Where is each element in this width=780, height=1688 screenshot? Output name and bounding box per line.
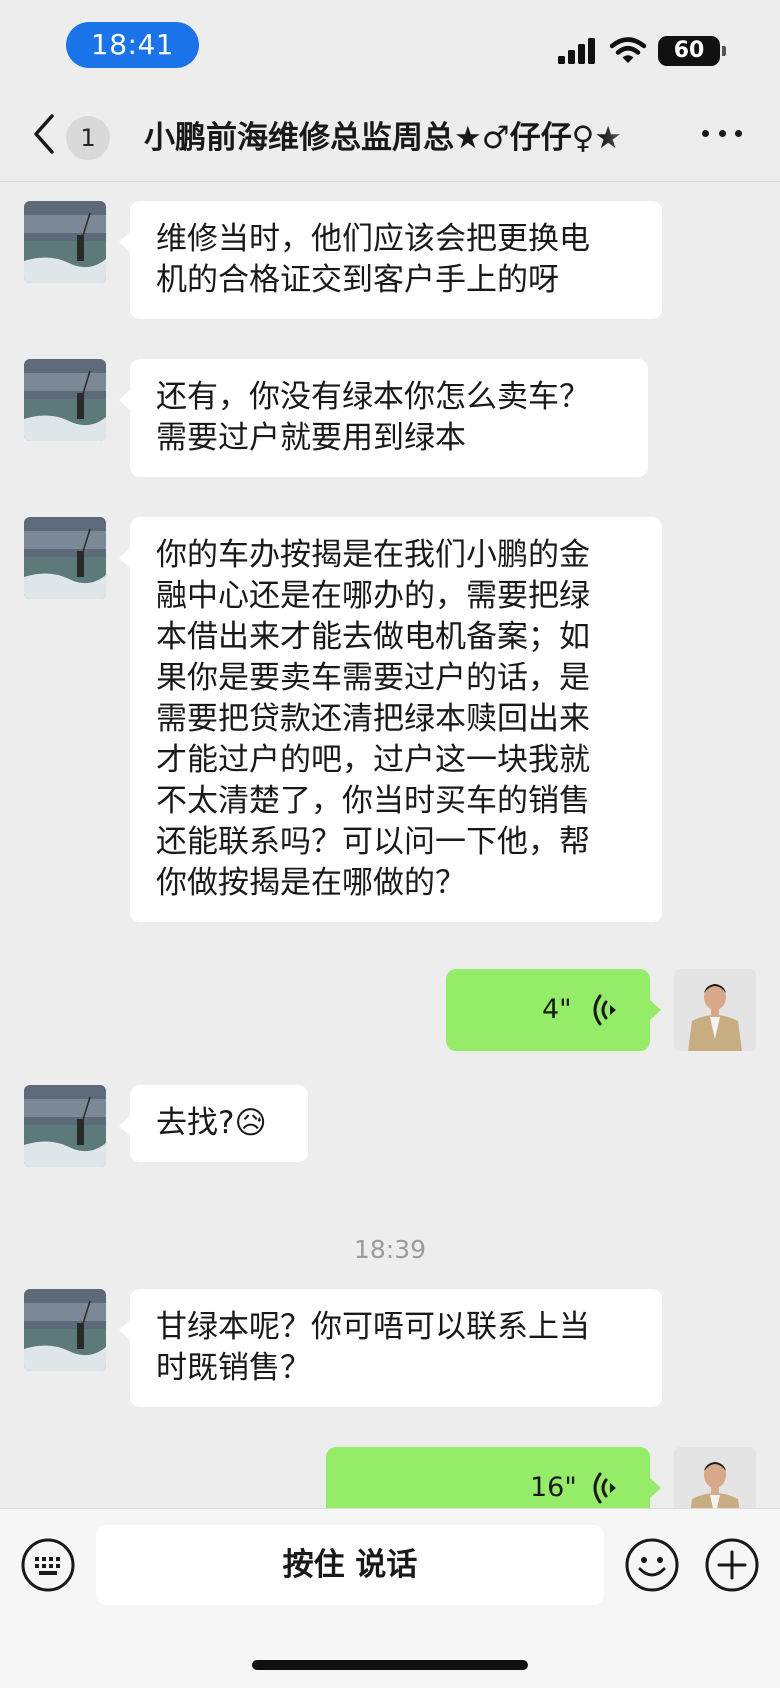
battery-indicator: 60	[658, 36, 726, 66]
chat-title: 小鹏前海维修总监周总★♂仔仔♀★	[144, 120, 623, 156]
chat-header: 1 小鹏前海维修总监周总★♂仔仔♀★	[0, 90, 780, 182]
received-message-bubble[interactable]: 你的车办按揭是在我们小鹏的金 融中心还是在哪办的，需要把绿 本借出来才能去做电机…	[119, 517, 662, 922]
sent-voice-message[interactable]: 16"	[326, 1447, 661, 1508]
plus-icon[interactable]	[704, 1537, 760, 1593]
my-avatar[interactable]	[674, 1447, 756, 1508]
more-options-icon[interactable]	[702, 130, 742, 142]
unread-count-badge[interactable]: 1	[66, 116, 110, 160]
received-message-bubble[interactable]: 维修当时，他们应该会把更换电 机的合格证交到客户手上的呀	[119, 201, 662, 319]
contact-avatar[interactable]	[24, 201, 106, 283]
voice-wave-icon	[593, 1472, 616, 1504]
message-timestamp: 18:39	[353, 1235, 427, 1264]
hold-to-talk-button[interactable]: 按住 说话	[96, 1525, 604, 1605]
received-message-bubble[interactable]: 还有，你没有绿本你怎么卖车？ 需要过户就要用到绿本	[119, 359, 648, 477]
contact-avatar[interactable]	[24, 517, 106, 599]
cellular-signal-icon	[558, 38, 595, 64]
status-time: 18:41	[66, 22, 199, 68]
voice-duration: 16"	[530, 1472, 577, 1503]
status-icons: 60	[558, 34, 726, 68]
received-message-bubble[interactable]: 去找?😥	[119, 1085, 308, 1162]
status-bar: 18:41 60	[0, 0, 780, 90]
contact-avatar[interactable]	[24, 1085, 106, 1167]
wifi-icon	[610, 37, 646, 63]
voice-duration: 4"	[542, 994, 572, 1025]
received-message-bubble[interactable]: 甘绿本呢？你可唔可以联系上当 时既销售？	[119, 1289, 662, 1407]
sent-voice-message[interactable]: 4"	[446, 969, 661, 1051]
contact-avatar[interactable]	[24, 359, 106, 441]
chat-message-list[interactable]: 维修当时，他们应该会把更换电 机的合格证交到客户手上的呀 还有，你没有绿本你怎么…	[0, 183, 780, 1508]
contact-avatar[interactable]	[24, 1289, 106, 1371]
keyboard-icon[interactable]	[20, 1537, 76, 1593]
emoji-icon[interactable]	[624, 1537, 680, 1593]
home-indicator[interactable]	[252, 1660, 528, 1670]
my-avatar[interactable]	[674, 969, 756, 1051]
voice-wave-icon	[593, 994, 616, 1026]
back-arrow-icon[interactable]	[30, 112, 60, 156]
